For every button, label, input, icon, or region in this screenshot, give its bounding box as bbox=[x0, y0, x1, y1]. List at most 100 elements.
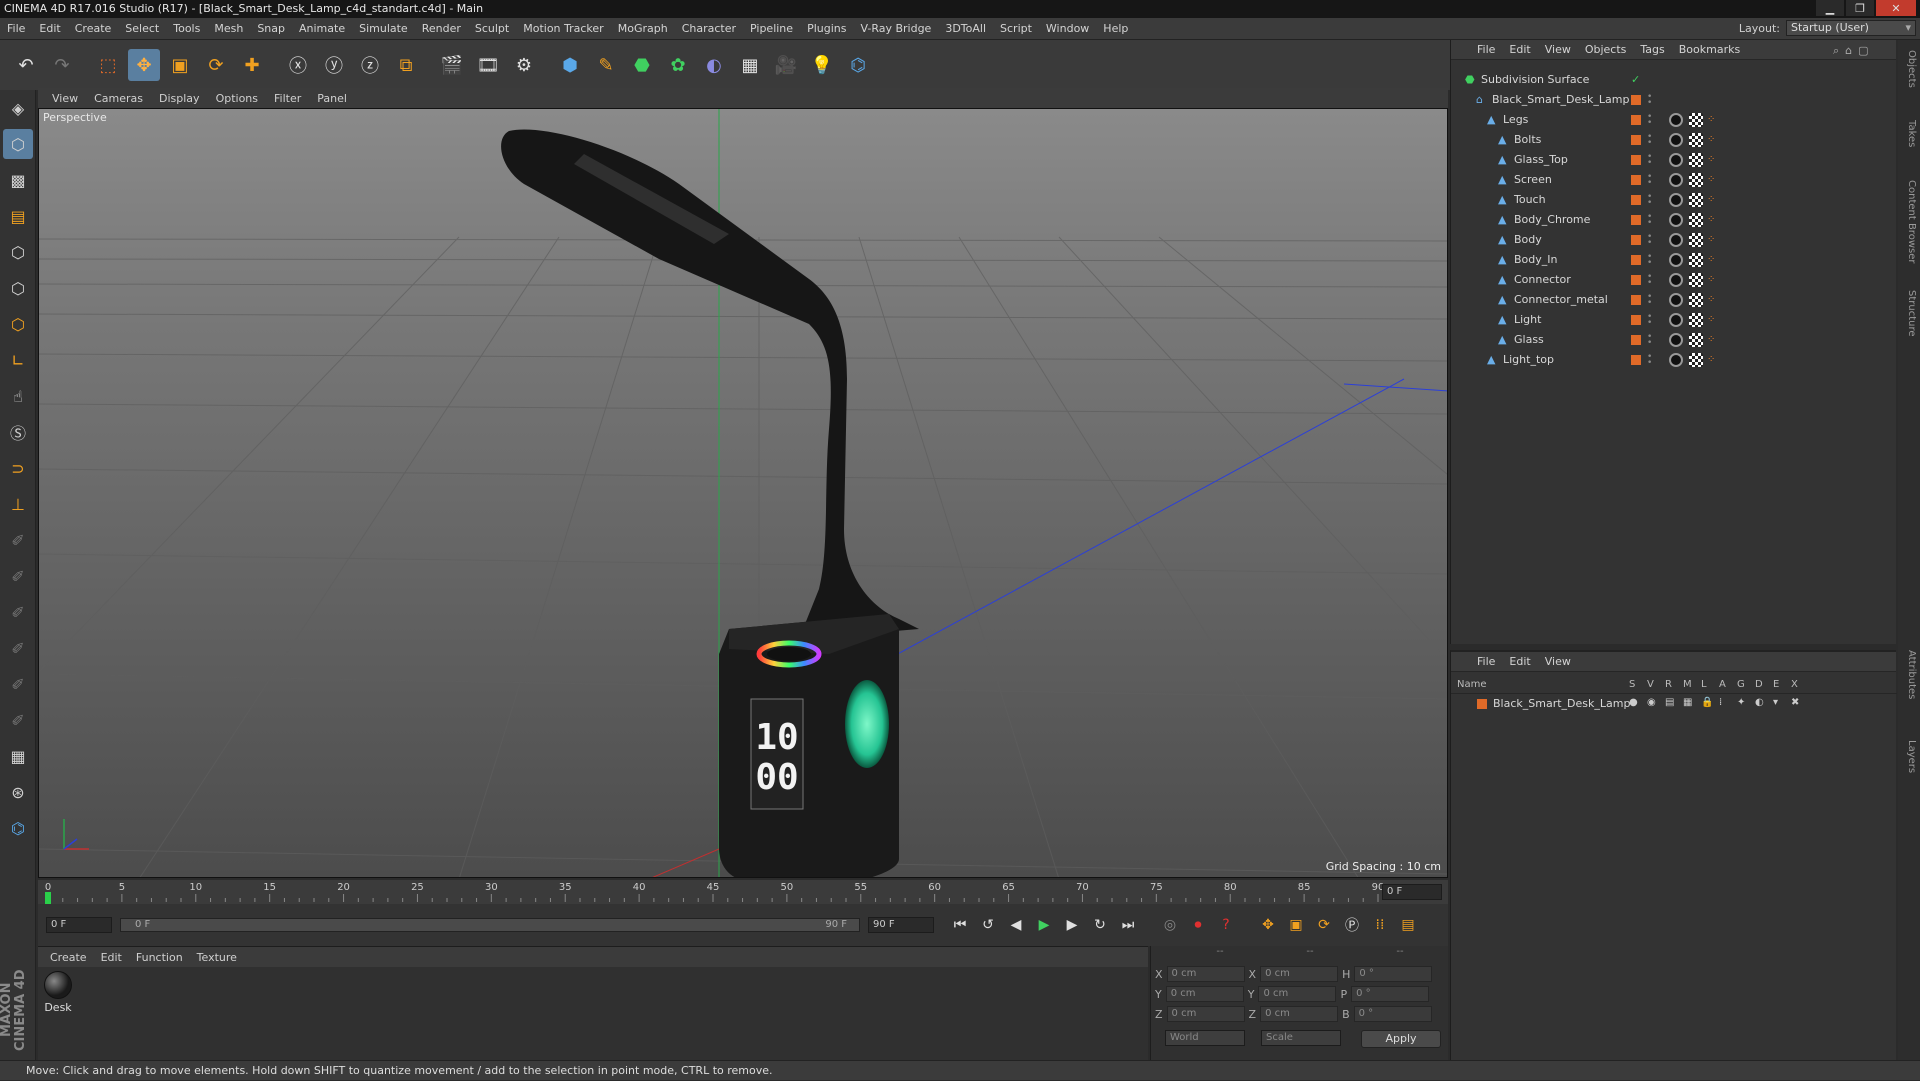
layer-flag-icon[interactable]: ◐ bbox=[1755, 697, 1764, 708]
texture-tag-icon[interactable] bbox=[1689, 173, 1703, 187]
playhead[interactable] bbox=[45, 892, 51, 904]
polygons-mode-icon[interactable]: ⬡ bbox=[3, 309, 33, 339]
visibility-dots-icon[interactable]: • • bbox=[1647, 153, 1652, 168]
layer-color-tag[interactable] bbox=[1631, 295, 1641, 305]
brush-icon-2[interactable]: ✐ bbox=[3, 561, 33, 591]
rotation-field[interactable]: 0 ° bbox=[1351, 986, 1430, 1002]
visibility-dots-icon[interactable]: • • bbox=[1647, 353, 1652, 368]
texture-tag-icon[interactable] bbox=[1689, 313, 1703, 327]
coord-size-mode-dropdown[interactable]: Scale bbox=[1261, 1030, 1341, 1046]
maximize-button[interactable]: ❐ bbox=[1846, 0, 1874, 16]
selection-tag-icon[interactable]: ⁘ bbox=[1707, 194, 1719, 206]
material-tag-icon[interactable] bbox=[1669, 153, 1683, 167]
menu-snap[interactable]: Snap bbox=[250, 22, 292, 35]
visibility-dots-icon[interactable]: • • bbox=[1647, 213, 1652, 228]
enabled-check-icon[interactable]: ✓ bbox=[1631, 73, 1640, 86]
object-row[interactable]: ▲ Body_In • • ⁘ bbox=[1451, 250, 1897, 270]
menu-mograph[interactable]: MoGraph bbox=[611, 22, 675, 35]
render-view-icon[interactable]: 🎬 bbox=[436, 49, 468, 81]
visibility-dots-icon[interactable]: • • bbox=[1647, 273, 1652, 288]
layer-flag-icon[interactable]: ▤ bbox=[1665, 697, 1674, 708]
menu-mesh[interactable]: Mesh bbox=[207, 22, 250, 35]
layout-dropdown[interactable]: Startup (User) bbox=[1786, 20, 1916, 36]
layer-color-tag[interactable] bbox=[1631, 155, 1641, 165]
go-to-start-icon[interactable]: ⏮ bbox=[948, 913, 972, 937]
current-frame-field[interactable]: 0 F bbox=[1382, 884, 1442, 900]
visibility-dots-icon[interactable]: • • bbox=[1647, 333, 1652, 348]
position-field[interactable]: 0 cm bbox=[1166, 966, 1245, 982]
object-menu-edit[interactable]: Edit bbox=[1509, 43, 1530, 56]
menu-character[interactable]: Character bbox=[675, 22, 743, 35]
frame-range-slider[interactable]: 0 F 90 F bbox=[120, 918, 860, 932]
viewport-perspective[interactable]: 10 00 Perspective Grid Spacing : 10 cm ✥… bbox=[38, 108, 1448, 878]
layer-column-a[interactable]: A bbox=[1719, 679, 1726, 690]
undo-icon[interactable]: ↶ bbox=[10, 49, 42, 81]
selection-tag-icon[interactable]: ⁘ bbox=[1707, 254, 1719, 266]
cube-primitive-icon[interactable]: ⬢ bbox=[554, 49, 586, 81]
deformer-icon[interactable]: ◐ bbox=[698, 49, 730, 81]
model-mode-icon[interactable]: ◈ bbox=[3, 93, 33, 123]
layer-color-tag[interactable] bbox=[1631, 335, 1641, 345]
viewport-menu-filter[interactable]: Filter bbox=[274, 92, 301, 105]
y-axis-lock-icon[interactable]: ⓨ bbox=[318, 49, 350, 81]
size-field[interactable]: 0 cm bbox=[1260, 966, 1339, 982]
autokey-icon[interactable]: ? bbox=[1214, 913, 1238, 937]
object-row[interactable]: ▲ Glass • • ⁘ bbox=[1451, 330, 1897, 350]
layer-color-tag[interactable] bbox=[1631, 255, 1641, 265]
home-icon[interactable]: ⌂ bbox=[1845, 44, 1852, 58]
apply-button[interactable]: Apply bbox=[1361, 1030, 1441, 1048]
workplane-mode-icon[interactable]: ▤ bbox=[3, 201, 33, 231]
side-tab-takes[interactable]: Takes bbox=[1901, 120, 1917, 147]
visibility-dots-icon[interactable]: • • bbox=[1647, 113, 1652, 128]
layer-flag-icon[interactable]: 🔒 bbox=[1701, 697, 1713, 708]
object-row[interactable]: ▲ Screen • • ⁘ bbox=[1451, 170, 1897, 190]
record-active-icon[interactable]: ⏺ bbox=[1186, 913, 1210, 937]
coordinate-system-icon[interactable]: ⧉ bbox=[390, 49, 422, 81]
render-picture-viewer-icon[interactable]: 🎞 bbox=[472, 49, 504, 81]
brush-icon-3[interactable]: ✐ bbox=[3, 597, 33, 627]
size-field[interactable]: 0 cm bbox=[1260, 1006, 1339, 1022]
menu-select[interactable]: Select bbox=[118, 22, 166, 35]
layer-color-tag[interactable] bbox=[1631, 275, 1641, 285]
selection-tag-icon[interactable]: ⁘ bbox=[1707, 294, 1719, 306]
visibility-dots-icon[interactable]: • • bbox=[1647, 93, 1652, 108]
layer-color-tag[interactable] bbox=[1631, 315, 1641, 325]
layer-menu-file[interactable]: File bbox=[1477, 655, 1495, 668]
visibility-dots-icon[interactable]: • • bbox=[1647, 253, 1652, 268]
menu-plugins[interactable]: Plugins bbox=[800, 22, 853, 35]
layer-column-name[interactable]: Name bbox=[1457, 679, 1487, 690]
key-position-icon[interactable]: ✥ bbox=[1256, 913, 1280, 937]
edges-mode-icon[interactable]: ⬡ bbox=[3, 273, 33, 303]
menu-3dtoall[interactable]: 3DToAll bbox=[938, 22, 993, 35]
texture-tag-icon[interactable] bbox=[1689, 213, 1703, 227]
menu-window[interactable]: Window bbox=[1039, 22, 1096, 35]
menu-help[interactable]: Help bbox=[1096, 22, 1135, 35]
next-frame-icon[interactable]: ▶ bbox=[1060, 913, 1084, 937]
light-icon[interactable]: 💡 bbox=[806, 49, 838, 81]
viewport-menu-view[interactable]: View bbox=[52, 92, 78, 105]
texture-tag-icon[interactable] bbox=[1689, 353, 1703, 367]
layer-flag-icon[interactable]: ◉ bbox=[1647, 697, 1656, 708]
side-tab-attributes[interactable]: Attributes bbox=[1901, 650, 1917, 699]
search-icon[interactable]: ⌕ bbox=[1833, 44, 1839, 58]
layer-column-s[interactable]: S bbox=[1629, 679, 1635, 690]
selection-tag-icon[interactable]: ⁘ bbox=[1707, 354, 1719, 366]
object-row[interactable]: ▲ Body_Chrome • • ⁘ bbox=[1451, 210, 1897, 230]
object-row[interactable]: ▲ Body • • ⁘ bbox=[1451, 230, 1897, 250]
texture-tag-icon[interactable] bbox=[1689, 153, 1703, 167]
python-icon[interactable]: ⌬ bbox=[3, 813, 33, 843]
cursor-icon[interactable]: ⊛ bbox=[3, 777, 33, 807]
layer-color-swatch[interactable] bbox=[1477, 699, 1487, 709]
layer-column-x[interactable]: X bbox=[1791, 679, 1798, 690]
layer-row[interactable]: Black_Smart_Desk_Lamp ● ◉ ▤ ▦ 🔒 ⁞ ✦ ◐ ▾ ✖ bbox=[1451, 694, 1897, 714]
selection-tag-icon[interactable]: ⁘ bbox=[1707, 234, 1719, 246]
size-field[interactable]: 0 cm bbox=[1258, 986, 1337, 1002]
menu-file[interactable]: File bbox=[0, 22, 32, 35]
material-tag-icon[interactable] bbox=[1669, 333, 1683, 347]
material-tag-icon[interactable] bbox=[1669, 213, 1683, 227]
material-tag-icon[interactable] bbox=[1669, 113, 1683, 127]
python-script-icon[interactable]: ⌬ bbox=[842, 49, 874, 81]
x-axis-lock-icon[interactable]: ⓧ bbox=[282, 49, 314, 81]
layer-flag-icon[interactable]: ✖ bbox=[1791, 697, 1799, 708]
material-menu-edit[interactable]: Edit bbox=[101, 951, 122, 964]
